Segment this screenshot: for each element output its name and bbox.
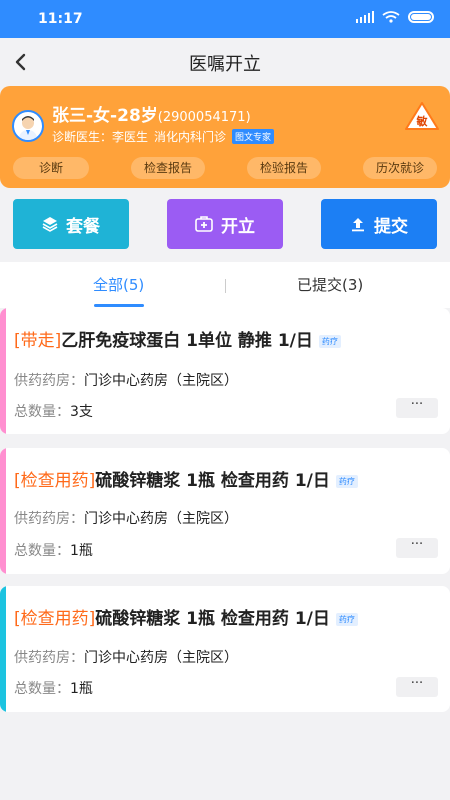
layers-icon: [42, 217, 58, 232]
card-stripe: [0, 308, 6, 434]
page-title: 医嘱开立: [189, 54, 261, 75]
tab-divider: [225, 279, 226, 293]
issue-button[interactable]: 开立: [167, 199, 283, 249]
order-name: 硫酸锌糖浆 1瓶 检查用药 1/日: [95, 471, 330, 491]
submit-button[interactable]: 提交: [321, 199, 437, 249]
more-options-button[interactable]: ···: [396, 398, 438, 418]
tab-all[interactable]: 全部(5): [93, 274, 144, 295]
card-stripe: [0, 448, 6, 574]
doctor-line: 诊断医生：李医生 消化内科门诊 图文专家: [52, 128, 275, 145]
pharmacy-label: 供药药房：: [14, 373, 84, 389]
allergy-label: 敏: [416, 115, 428, 128]
lab-report-button[interactable]: 检验报告: [247, 157, 321, 179]
total-label: 总数量：: [14, 543, 70, 559]
total-value: 1瓶: [70, 543, 93, 559]
clinic-name: 消化内科门诊: [154, 130, 227, 144]
total-line: 总数量：3支: [14, 401, 93, 421]
order-title: [检查用药]硫酸锌糖浆 1瓶 检查用药 1/日 药疗: [14, 466, 358, 491]
total-line: 总数量：1瓶: [14, 678, 93, 698]
order-tag: [检查用药]: [14, 471, 96, 491]
pharmacy-label: 供药药房：: [14, 650, 84, 666]
more-options-button[interactable]: ···: [396, 677, 438, 697]
package-label: 套餐: [66, 216, 100, 237]
issue-label: 开立: [221, 216, 255, 237]
nav-header: 医嘱开立: [0, 38, 450, 86]
patient-id: (2900054171): [157, 110, 251, 125]
order-card[interactable]: [带走]乙肝免疫球蛋白 1单位 静推 1/日 药疗 供药药房：门诊中心药房（主院区…: [0, 308, 450, 434]
tab-submitted[interactable]: 已提交(3): [297, 274, 363, 295]
order-name: 硫酸锌糖浆 1瓶 检查用药 1/日: [95, 609, 330, 629]
order-title: [检查用药]硫酸锌糖浆 1瓶 检查用药 1/日 药疗: [14, 604, 358, 629]
battery-icon: [408, 11, 434, 23]
doctor-avatar: [12, 110, 44, 142]
pharmacy-line: 供药药房：门诊中心药房（主院区）: [14, 508, 238, 528]
pharmacy-value: 门诊中心药房（主院区）: [84, 511, 238, 527]
expert-tag: 图文专家: [232, 129, 275, 144]
order-name: 乙肝免疫球蛋白 1单位 静推 1/日: [61, 331, 313, 351]
tab-active-indicator: [94, 304, 144, 307]
total-value: 3支: [70, 404, 93, 420]
card-stripe: [0, 586, 6, 712]
package-button[interactable]: 套餐: [13, 199, 129, 249]
upload-icon: [352, 218, 364, 232]
medication-badge: 药疗: [335, 474, 358, 488]
total-value: 1瓶: [70, 681, 93, 697]
status-icons: [356, 11, 434, 23]
signal-icon: [356, 11, 374, 23]
more-options-button[interactable]: ···: [396, 538, 438, 558]
pharmacy-value: 门诊中心药房（主院区）: [84, 373, 238, 389]
order-card[interactable]: [检查用药]硫酸锌糖浆 1瓶 检查用药 1/日 药疗 供药药房：门诊中心药房（主院…: [0, 448, 450, 574]
total-line: 总数量：1瓶: [14, 540, 93, 560]
order-tag: [检查用药]: [14, 609, 96, 629]
doctor-avatar-icon: [18, 116, 38, 140]
wifi-icon: [382, 11, 400, 23]
tab-bar: 全部(5) 已提交(3): [0, 262, 450, 308]
order-card[interactable]: [检查用药]硫酸锌糖浆 1瓶 检查用药 1/日 药疗 供药药房：门诊中心药房（主院…: [0, 586, 450, 712]
patient-name: 张三-女-28岁(2900054171): [52, 101, 251, 126]
pharmacy-line: 供药药房：门诊中心药房（主院区）: [14, 647, 238, 667]
patient-name-text: 张三-女-28岁: [52, 106, 158, 126]
order-title: [带走]乙肝免疫球蛋白 1单位 静推 1/日 药疗: [14, 326, 341, 351]
exam-report-button[interactable]: 检查报告: [131, 157, 205, 179]
pharmacy-label: 供药药房：: [14, 511, 84, 527]
total-label: 总数量：: [14, 681, 70, 697]
medicine-box-icon: [195, 216, 213, 232]
pharmacy-line: 供药药房：门诊中心药房（主院区）: [14, 370, 238, 390]
total-label: 总数量：: [14, 404, 70, 420]
medication-badge: 药疗: [318, 334, 341, 348]
order-tag: [带走]: [14, 331, 62, 351]
doctor-name: 诊断医生：李医生: [52, 130, 149, 144]
status-bar: 11:17: [0, 0, 450, 38]
visit-history-button[interactable]: 历次就诊: [363, 157, 437, 179]
status-time: 11:17: [38, 11, 83, 27]
diagnosis-button[interactable]: 诊断: [13, 157, 89, 179]
medication-badge: 药疗: [335, 612, 358, 626]
submit-label: 提交: [374, 216, 408, 237]
pharmacy-value: 门诊中心药房（主院区）: [84, 650, 238, 666]
allergy-badge[interactable]: 敏: [404, 100, 440, 132]
